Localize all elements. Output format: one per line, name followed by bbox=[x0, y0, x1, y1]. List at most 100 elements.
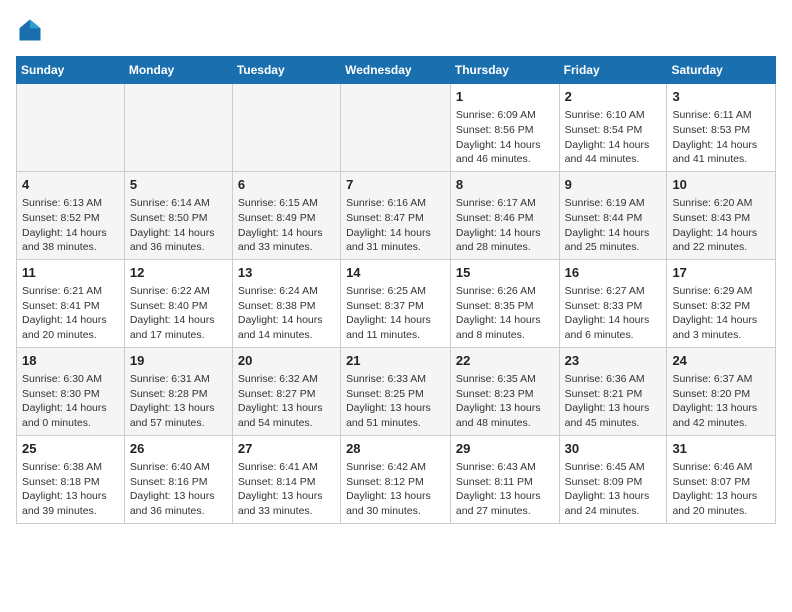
day-cell: 27 Sunrise: 6:41 AM Sunset: 8:14 PM Dayli… bbox=[232, 435, 340, 523]
day-cell: 18 Sunrise: 6:30 AM Sunset: 8:30 PM Dayli… bbox=[17, 347, 125, 435]
day-number: 26 bbox=[130, 440, 227, 458]
day-cell: 12 Sunrise: 6:22 AM Sunset: 8:40 PM Dayli… bbox=[124, 259, 232, 347]
week-row-4: 18 Sunrise: 6:30 AM Sunset: 8:30 PM Dayli… bbox=[17, 347, 776, 435]
header-saturday: Saturday bbox=[667, 57, 776, 84]
day-info: Sunrise: 6:20 AM Sunset: 8:43 PM Dayligh… bbox=[672, 196, 770, 255]
day-number: 4 bbox=[22, 176, 119, 194]
day-number: 20 bbox=[238, 352, 335, 370]
day-info: Sunrise: 6:29 AM Sunset: 8:32 PM Dayligh… bbox=[672, 284, 770, 343]
day-cell: 15 Sunrise: 6:26 AM Sunset: 8:35 PM Dayli… bbox=[450, 259, 559, 347]
day-cell: 23 Sunrise: 6:36 AM Sunset: 8:21 PM Dayli… bbox=[559, 347, 667, 435]
day-number: 2 bbox=[565, 88, 662, 106]
day-info: Sunrise: 6:11 AM Sunset: 8:53 PM Dayligh… bbox=[672, 108, 770, 167]
header-friday: Friday bbox=[559, 57, 667, 84]
day-number: 17 bbox=[672, 264, 770, 282]
day-info: Sunrise: 6:38 AM Sunset: 8:18 PM Dayligh… bbox=[22, 460, 119, 519]
logo bbox=[16, 16, 48, 44]
day-info: Sunrise: 6:30 AM Sunset: 8:30 PM Dayligh… bbox=[22, 372, 119, 431]
header-tuesday: Tuesday bbox=[232, 57, 340, 84]
day-cell: 4 Sunrise: 6:13 AM Sunset: 8:52 PM Daylig… bbox=[17, 171, 125, 259]
day-info: Sunrise: 6:14 AM Sunset: 8:50 PM Dayligh… bbox=[130, 196, 227, 255]
day-info: Sunrise: 6:33 AM Sunset: 8:25 PM Dayligh… bbox=[346, 372, 445, 431]
day-cell: 2 Sunrise: 6:10 AM Sunset: 8:54 PM Daylig… bbox=[559, 84, 667, 172]
day-info: Sunrise: 6:35 AM Sunset: 8:23 PM Dayligh… bbox=[456, 372, 554, 431]
day-info: Sunrise: 6:43 AM Sunset: 8:11 PM Dayligh… bbox=[456, 460, 554, 519]
day-number: 19 bbox=[130, 352, 227, 370]
day-cell: 28Sunrise: 6:42 AM Sunset: 8:12 PM Dayli… bbox=[341, 435, 451, 523]
day-cell bbox=[17, 84, 125, 172]
day-cell: 31 Sunrise: 6:46 AM Sunset: 8:07 PM Dayli… bbox=[667, 435, 776, 523]
day-info: Sunrise: 6:09 AM Sunset: 8:56 PM Dayligh… bbox=[456, 108, 554, 167]
day-cell: 29 Sunrise: 6:43 AM Sunset: 8:11 PM Dayli… bbox=[450, 435, 559, 523]
day-number: 11 bbox=[22, 264, 119, 282]
day-info: Sunrise: 6:22 AM Sunset: 8:40 PM Dayligh… bbox=[130, 284, 227, 343]
day-number: 8 bbox=[456, 176, 554, 194]
day-info: Sunrise: 6:24 AM Sunset: 8:38 PM Dayligh… bbox=[238, 284, 335, 343]
day-cell: 14 Sunrise: 6:25 AM Sunset: 8:37 PM Dayli… bbox=[341, 259, 451, 347]
day-number: 21 bbox=[346, 352, 445, 370]
day-info: Sunrise: 6:42 AM Sunset: 8:12 PM Dayligh… bbox=[346, 460, 445, 519]
day-info: Sunrise: 6:25 AM Sunset: 8:37 PM Dayligh… bbox=[346, 284, 445, 343]
day-number: 30 bbox=[565, 440, 662, 458]
day-number: 9 bbox=[565, 176, 662, 194]
day-number: 27 bbox=[238, 440, 335, 458]
day-info: Sunrise: 6:36 AM Sunset: 8:21 PM Dayligh… bbox=[565, 372, 662, 431]
day-info: Sunrise: 6:15 AM Sunset: 8:49 PM Dayligh… bbox=[238, 196, 335, 255]
day-number: 25 bbox=[22, 440, 119, 458]
header-wednesday: Wednesday bbox=[341, 57, 451, 84]
week-row-5: 25 Sunrise: 6:38 AM Sunset: 8:18 PM Dayli… bbox=[17, 435, 776, 523]
day-info: Sunrise: 6:19 AM Sunset: 8:44 PM Dayligh… bbox=[565, 196, 662, 255]
day-number: 10 bbox=[672, 176, 770, 194]
day-cell: 21 Sunrise: 6:33 AM Sunset: 8:25 PM Dayli… bbox=[341, 347, 451, 435]
day-cell: 6 Sunrise: 6:15 AM Sunset: 8:49 PM Daylig… bbox=[232, 171, 340, 259]
calendar-header-row: SundayMondayTuesdayWednesdayThursdayFrid… bbox=[17, 57, 776, 84]
day-cell: 10 Sunrise: 6:20 AM Sunset: 8:43 PM Dayli… bbox=[667, 171, 776, 259]
day-number: 22 bbox=[456, 352, 554, 370]
day-info: Sunrise: 6:37 AM Sunset: 8:20 PM Dayligh… bbox=[672, 372, 770, 431]
page-header bbox=[16, 16, 776, 44]
day-info: Sunrise: 6:10 AM Sunset: 8:54 PM Dayligh… bbox=[565, 108, 662, 167]
day-info: Sunrise: 6:32 AM Sunset: 8:27 PM Dayligh… bbox=[238, 372, 335, 431]
day-info: Sunrise: 6:46 AM Sunset: 8:07 PM Dayligh… bbox=[672, 460, 770, 519]
week-row-2: 4 Sunrise: 6:13 AM Sunset: 8:52 PM Daylig… bbox=[17, 171, 776, 259]
day-number: 5 bbox=[130, 176, 227, 194]
day-number: 31 bbox=[672, 440, 770, 458]
day-info: Sunrise: 6:17 AM Sunset: 8:46 PM Dayligh… bbox=[456, 196, 554, 255]
day-number: 24 bbox=[672, 352, 770, 370]
day-info: Sunrise: 6:31 AM Sunset: 8:28 PM Dayligh… bbox=[130, 372, 227, 431]
day-cell: 26Sunrise: 6:40 AM Sunset: 8:16 PM Dayli… bbox=[124, 435, 232, 523]
day-cell bbox=[341, 84, 451, 172]
day-cell bbox=[124, 84, 232, 172]
day-cell: 22 Sunrise: 6:35 AM Sunset: 8:23 PM Dayli… bbox=[450, 347, 559, 435]
day-info: Sunrise: 6:45 AM Sunset: 8:09 PM Dayligh… bbox=[565, 460, 662, 519]
header-sunday: Sunday bbox=[17, 57, 125, 84]
day-cell: 19 Sunrise: 6:31 AM Sunset: 8:28 PM Dayli… bbox=[124, 347, 232, 435]
day-number: 23 bbox=[565, 352, 662, 370]
day-cell: 7Sunrise: 6:16 AM Sunset: 8:47 PM Daylig… bbox=[341, 171, 451, 259]
header-thursday: Thursday bbox=[450, 57, 559, 84]
day-number: 18 bbox=[22, 352, 119, 370]
day-info: Sunrise: 6:41 AM Sunset: 8:14 PM Dayligh… bbox=[238, 460, 335, 519]
day-number: 14 bbox=[346, 264, 445, 282]
day-cell: 16Sunrise: 6:27 AM Sunset: 8:33 PM Dayli… bbox=[559, 259, 667, 347]
day-number: 16 bbox=[565, 264, 662, 282]
day-number: 12 bbox=[130, 264, 227, 282]
day-number: 29 bbox=[456, 440, 554, 458]
day-cell: 24 Sunrise: 6:37 AM Sunset: 8:20 PM Dayli… bbox=[667, 347, 776, 435]
day-cell: 13Sunrise: 6:24 AM Sunset: 8:38 PM Dayli… bbox=[232, 259, 340, 347]
day-info: Sunrise: 6:26 AM Sunset: 8:35 PM Dayligh… bbox=[456, 284, 554, 343]
day-cell: 17 Sunrise: 6:29 AM Sunset: 8:32 PM Dayli… bbox=[667, 259, 776, 347]
week-row-3: 11Sunrise: 6:21 AM Sunset: 8:41 PM Dayli… bbox=[17, 259, 776, 347]
day-cell bbox=[232, 84, 340, 172]
day-number: 1 bbox=[456, 88, 554, 106]
day-cell: 9 Sunrise: 6:19 AM Sunset: 8:44 PM Daylig… bbox=[559, 171, 667, 259]
logo-icon bbox=[16, 16, 44, 44]
day-cell: 1 Sunrise: 6:09 AM Sunset: 8:56 PM Daylig… bbox=[450, 84, 559, 172]
day-number: 15 bbox=[456, 264, 554, 282]
day-cell: 3 Sunrise: 6:11 AM Sunset: 8:53 PM Daylig… bbox=[667, 84, 776, 172]
header-monday: Monday bbox=[124, 57, 232, 84]
day-cell: 5 Sunrise: 6:14 AM Sunset: 8:50 PM Daylig… bbox=[124, 171, 232, 259]
day-info: Sunrise: 6:13 AM Sunset: 8:52 PM Dayligh… bbox=[22, 196, 119, 255]
day-number: 3 bbox=[672, 88, 770, 106]
day-number: 6 bbox=[238, 176, 335, 194]
